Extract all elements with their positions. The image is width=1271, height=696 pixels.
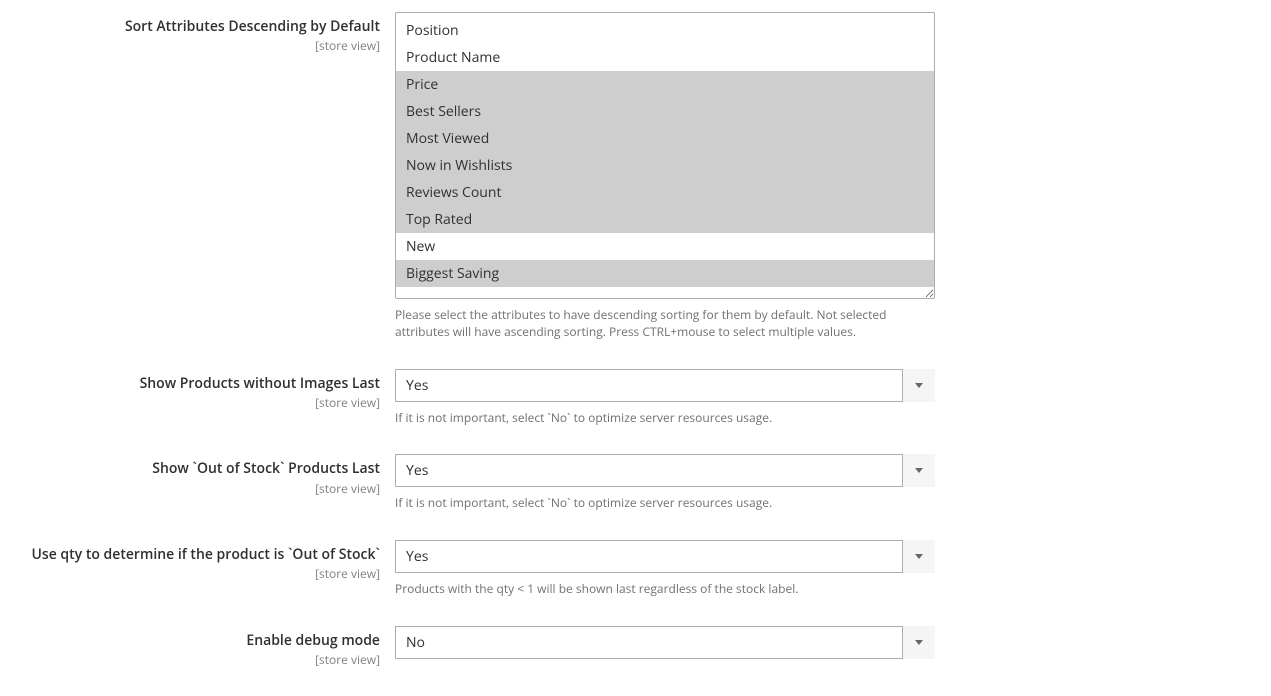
use-qty-oos-select[interactable]: Yes xyxy=(395,540,935,573)
field-note: Please select the attributes to have des… xyxy=(395,307,935,341)
control-column: Yes If it is not important, select `No` … xyxy=(395,454,935,512)
sort-attributes-multiselect[interactable]: Position Product Name Price Best Sellers… xyxy=(395,12,935,299)
select-wrapper: Yes xyxy=(395,369,935,402)
field-enable-debug-mode: Enable debug mode [store view] No xyxy=(0,626,1271,668)
field-label: Show `Out of Stock` Products Last xyxy=(0,460,380,478)
select-wrapper: Yes xyxy=(395,454,935,487)
select-wrapper: No xyxy=(395,626,935,659)
option-reviews-count[interactable]: Reviews Count xyxy=(396,179,934,206)
field-sort-attributes-descending: Sort Attributes Descending by Default [s… xyxy=(0,0,1271,341)
control-column: Position Product Name Price Best Sellers… xyxy=(395,12,935,341)
option-new[interactable]: New xyxy=(396,233,934,260)
scope-label: [store view] xyxy=(0,651,380,668)
field-label: Sort Attributes Descending by Default xyxy=(0,18,380,36)
field-label: Enable debug mode xyxy=(0,632,380,650)
option-best-sellers[interactable]: Best Sellers xyxy=(396,98,934,125)
option-most-viewed[interactable]: Most Viewed xyxy=(396,125,934,152)
label-column: Show `Out of Stock` Products Last [store… xyxy=(0,454,395,496)
field-note: Products with the qty < 1 will be shown … xyxy=(395,581,935,598)
label-column: Show Products without Images Last [store… xyxy=(0,369,395,411)
show-oos-last-select[interactable]: Yes xyxy=(395,454,935,487)
field-note: If it is not important, select `No` to o… xyxy=(395,410,935,427)
debug-mode-select[interactable]: No xyxy=(395,626,935,659)
field-label: Use qty to determine if the product is `… xyxy=(0,546,380,564)
option-position[interactable]: Position xyxy=(396,17,934,44)
option-price[interactable]: Price xyxy=(396,71,934,98)
option-biggest-saving[interactable]: Biggest Saving xyxy=(396,260,934,287)
option-now-in-wishlists[interactable]: Now in Wishlists xyxy=(396,152,934,179)
show-no-image-last-select[interactable]: Yes xyxy=(395,369,935,402)
field-label: Show Products without Images Last xyxy=(0,375,380,393)
field-show-products-without-images-last: Show Products without Images Last [store… xyxy=(0,369,1271,427)
scope-label: [store view] xyxy=(0,480,380,497)
scope-label: [store view] xyxy=(0,565,380,582)
field-note: If it is not important, select `No` to o… xyxy=(395,495,935,512)
option-top-rated[interactable]: Top Rated xyxy=(396,206,934,233)
field-use-qty-out-of-stock: Use qty to determine if the product is `… xyxy=(0,540,1271,598)
option-product-name[interactable]: Product Name xyxy=(396,44,934,71)
control-column: No xyxy=(395,626,935,659)
control-column: Yes Products with the qty < 1 will be sh… xyxy=(395,540,935,598)
scope-label: [store view] xyxy=(0,37,380,54)
select-wrapper: Yes xyxy=(395,540,935,573)
label-column: Enable debug mode [store view] xyxy=(0,626,395,668)
scope-label: [store view] xyxy=(0,394,380,411)
label-column: Sort Attributes Descending by Default [s… xyxy=(0,12,395,54)
field-show-out-of-stock-last: Show `Out of Stock` Products Last [store… xyxy=(0,454,1271,512)
control-column: Yes If it is not important, select `No` … xyxy=(395,369,935,427)
label-column: Use qty to determine if the product is `… xyxy=(0,540,395,582)
